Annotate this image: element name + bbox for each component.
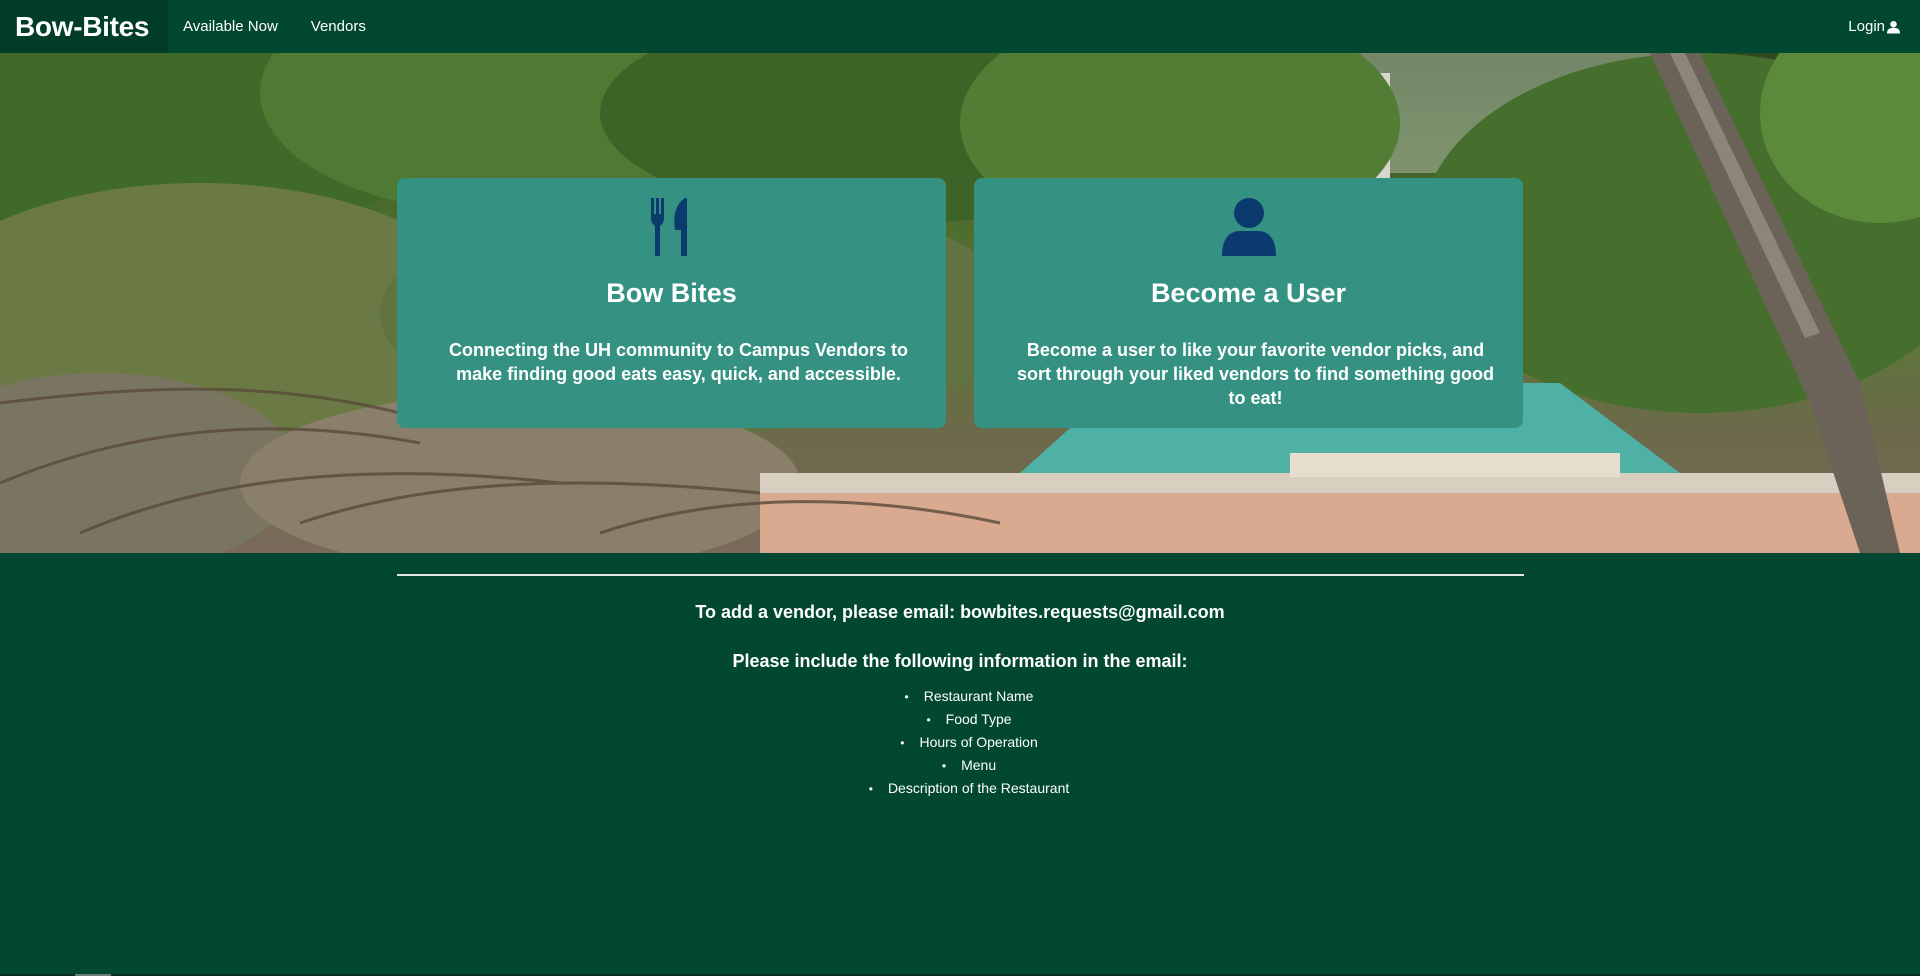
list-item: Description of the Restaurant: [0, 777, 1920, 800]
become-user-card-title: Become a User: [1150, 278, 1347, 308]
vendor-email-instructions: To add a vendor, please email: bowbites.…: [695, 602, 1225, 622]
hero-banner: Bow Bites Connecting the UH community to…: [0, 53, 1920, 553]
become-user-card: Become a User Become a user to like your…: [974, 178, 1523, 428]
nav-link-vendors[interactable]: Vendors: [311, 18, 366, 35]
bow-bites-card-description: Connecting the UH community to Campus Ve…: [448, 340, 909, 384]
required-info-list: Restaurant Name Food Type Hours of Opera…: [0, 685, 1920, 800]
login-label: Login: [1848, 18, 1885, 35]
login-button[interactable]: Login: [1848, 18, 1900, 35]
user-icon: [1887, 20, 1900, 33]
campus-trees-photo: [0, 53, 1920, 553]
become-user-card-description: Become a user to like your favorite vend…: [1017, 340, 1494, 408]
list-item: Hours of Operation: [0, 731, 1920, 754]
bow-bites-card: Bow Bites Connecting the UH community to…: [397, 178, 946, 428]
list-item: Menu: [0, 754, 1920, 777]
list-item: Food Type: [0, 708, 1920, 731]
list-item: Restaurant Name: [0, 685, 1920, 708]
user-icon: [974, 198, 1523, 256]
top-navbar: Bow-Bites Available Now Vendors Login: [0, 0, 1920, 53]
section-divider: [397, 574, 1524, 576]
email-requirements-heading: Please include the following information…: [732, 651, 1188, 671]
utensils-icon: [397, 198, 946, 256]
bow-bites-card-title: Bow Bites: [606, 278, 737, 308]
nav-link-available-now[interactable]: Available Now: [183, 18, 278, 35]
brand-logo-link[interactable]: Bow-Bites: [0, 0, 168, 53]
